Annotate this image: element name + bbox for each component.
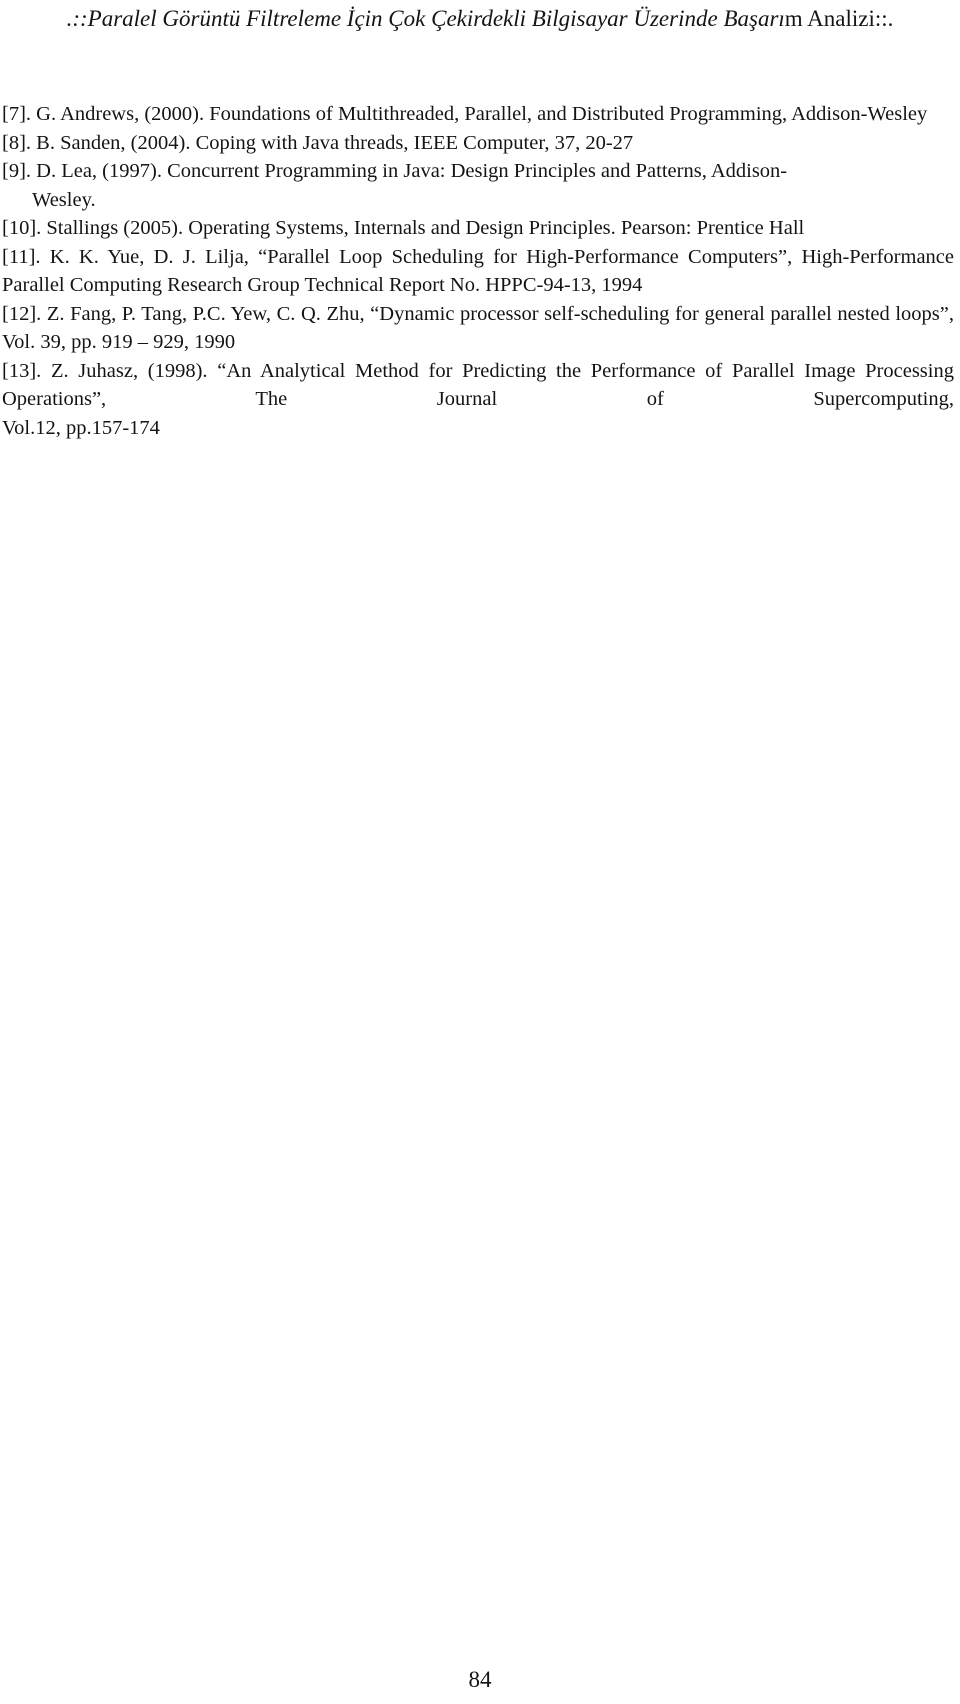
running-header-title-end: m Analizi::. [784,6,894,31]
reference-label: [13]. [2,359,42,382]
reference-label: [8]. [2,131,32,154]
reference-label: [11]. [2,245,41,268]
reference-item: [13]. Z. Juhasz, (1998). “An Analytical … [2,357,954,414]
reference-text: Vol.12, pp.157-174 [2,416,160,439]
reference-text: D. Lea, (1997). Concurrent Programming i… [31,160,788,182]
reference-item-last-line: Vol.12, pp.157-174 [2,414,954,443]
reference-item: [9]. D. Lea, (1997). Concurrent Programm… [2,157,954,214]
reference-text: K. K. Yue, D. J. Lilja, “Parallel Loop S… [2,245,954,297]
reference-text: B. Sanden, (2004). Coping with Java thre… [31,131,634,154]
running-header-title: .::Paralel Görüntü Filtreleme İçin Çok Ç… [66,6,785,31]
reference-text: Z. Fang, P. Tang, P.C. Yew, C. Q. Zhu, “… [2,302,954,354]
reference-item: [10]. Stallings (2005). Operating System… [2,214,954,243]
reference-label: [12]. [2,302,42,325]
reference-text: G. Andrews, (2000). Foundations of Multi… [31,103,928,125]
reference-item: [7]. G. Andrews, (2000). Foundations of … [2,100,954,129]
reference-continuation: Wesley. [32,188,96,211]
reference-item: [12]. Z. Fang, P. Tang, P.C. Yew, C. Q. … [2,300,954,357]
reference-label: [10]. [2,217,42,239]
reference-list: [7]. G. Andrews, (2000). Foundations of … [2,100,954,442]
page-number: 84 [468,1667,492,1692]
reference-text: Stallings (2005). Operating Systems, Int… [41,217,805,239]
reference-item: [11]. K. K. Yue, D. J. Lilja, “Parallel … [2,243,954,300]
reference-item: [8]. B. Sanden, (2004). Coping with Java… [2,129,954,158]
reference-text: Z. Juhasz, (1998). “An Analytical Method… [2,359,954,411]
reference-label: [7]. [2,103,32,125]
running-header: .::Paralel Görüntü Filtreleme İçin Çok Ç… [0,4,960,34]
reference-label: [9]. [2,160,32,182]
